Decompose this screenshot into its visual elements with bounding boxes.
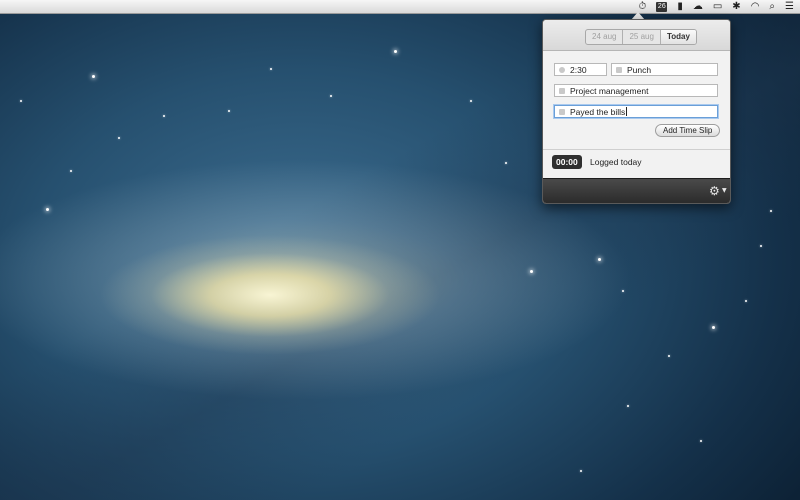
note-field[interactable]: Payed the bills xyxy=(554,105,718,118)
task-value: Punch xyxy=(627,64,652,75)
spotlight-search-icon[interactable]: ⌕ xyxy=(769,0,775,14)
clock-icon xyxy=(559,66,565,73)
task-field[interactable]: Punch xyxy=(611,63,718,76)
star xyxy=(92,75,95,78)
star xyxy=(668,355,670,357)
project-field[interactable]: Project management xyxy=(554,84,718,97)
star xyxy=(770,210,772,212)
logged-label: Logged today xyxy=(590,157,642,167)
calendar-icon[interactable]: 26 xyxy=(656,1,668,12)
tag-icon xyxy=(559,87,565,94)
notification-list-icon[interactable]: ☰ xyxy=(785,0,794,14)
star xyxy=(530,270,533,273)
date-tab-24-aug[interactable]: 24 aug xyxy=(586,30,624,44)
star xyxy=(712,326,715,329)
duration-field[interactable]: 2:30 xyxy=(554,63,607,76)
star xyxy=(270,68,272,70)
divider xyxy=(543,149,730,150)
note-value: Payed the bills xyxy=(570,106,626,117)
add-time-slip-button[interactable]: Add Time Slip xyxy=(655,124,721,137)
popover-footer: ⚙ ▼ xyxy=(543,178,730,203)
text-caret xyxy=(626,107,628,116)
menu-bar: ⏱ 26 ▮ ☁ ▭ ✱ ◠ ⌕ ☰ xyxy=(0,0,800,14)
star xyxy=(20,100,22,102)
star xyxy=(760,245,762,247)
time-tracker-popover: 24 aug 25 aug Today 2:30 Punch Project m… xyxy=(542,19,731,204)
star xyxy=(163,115,165,117)
star xyxy=(598,258,601,261)
date-tab-25-aug[interactable]: 25 aug xyxy=(623,30,661,44)
task-icon xyxy=(616,66,622,73)
star xyxy=(505,162,507,164)
star xyxy=(46,208,49,211)
bookmark-icon[interactable]: ▮ xyxy=(677,0,683,14)
star xyxy=(745,300,747,302)
duration-value: 2:30 xyxy=(570,64,587,75)
star xyxy=(470,100,472,102)
star xyxy=(580,470,582,472)
bluetooth-icon[interactable]: ✱ xyxy=(732,0,740,14)
star xyxy=(330,95,332,97)
star xyxy=(228,110,230,112)
date-bar: 24 aug 25 aug Today xyxy=(543,20,730,51)
battery-icon[interactable]: ▭ xyxy=(713,0,722,14)
star xyxy=(70,170,72,172)
wifi-icon[interactable]: ◠ xyxy=(751,0,760,14)
date-segmented-control: 24 aug 25 aug Today xyxy=(585,29,697,45)
project-value: Project management xyxy=(570,85,649,96)
note-icon xyxy=(559,108,565,115)
chevron-down-icon[interactable]: ▼ xyxy=(722,186,727,196)
date-tab-today[interactable]: Today xyxy=(660,30,696,44)
cloud-icon[interactable]: ☁ xyxy=(693,0,703,14)
star xyxy=(394,50,397,53)
gear-icon[interactable]: ⚙ xyxy=(709,183,720,199)
star xyxy=(700,440,702,442)
star xyxy=(118,137,120,139)
logged-time-badge: 00:00 xyxy=(552,155,582,169)
star xyxy=(622,290,624,292)
star xyxy=(627,405,629,407)
